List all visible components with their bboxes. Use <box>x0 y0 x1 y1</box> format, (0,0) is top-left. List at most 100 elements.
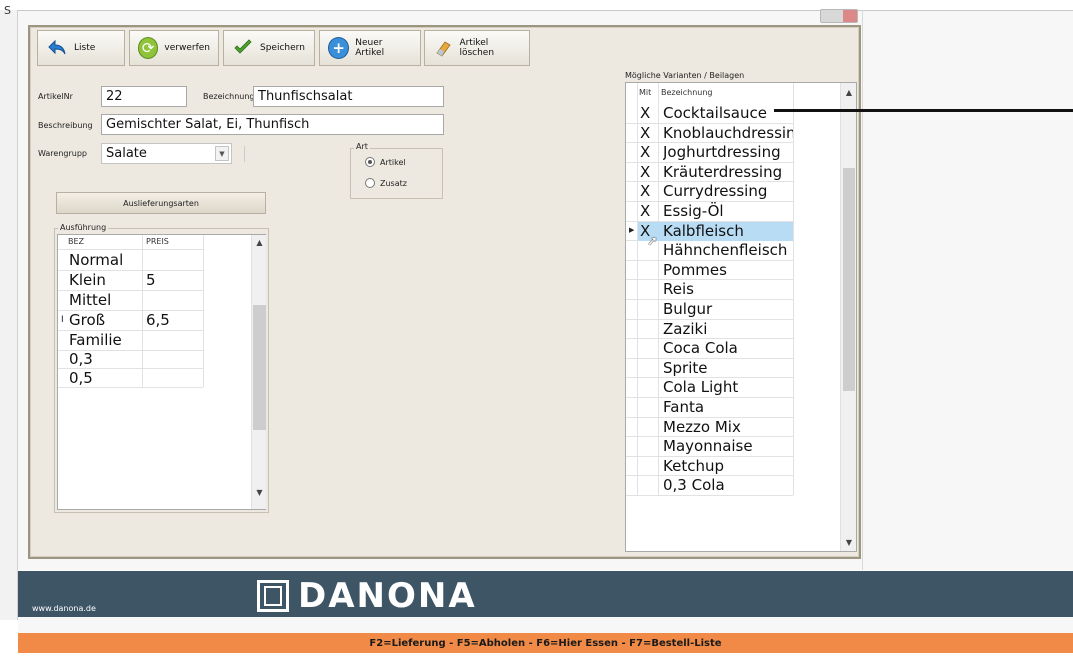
back-arrow-icon <box>46 37 68 59</box>
separator <box>244 146 245 162</box>
beschreibung-field[interactable]: Gemischter Salat, Ei, Thunfisch <box>101 114 444 135</box>
scroll-thumb[interactable] <box>843 168 855 391</box>
list-item[interactable]: Pommes <box>663 261 793 280</box>
table-cell-preis[interactable]: 6,5 <box>146 311 170 330</box>
text-cursor-icon: I <box>61 315 64 325</box>
plus-icon: + <box>328 37 350 59</box>
varianten-title: Mögliche Varianten / Beilagen <box>625 71 745 80</box>
ausfuehrung-title: Ausführung <box>58 223 109 232</box>
list-item[interactable]: Zaziki <box>663 320 793 339</box>
varianten-grid[interactable]: Mit Bezeichnung X Cocktailsauce X Knoblauch… <box>625 82 857 552</box>
list-item[interactable]: Bulgur <box>663 300 793 319</box>
radio-zusatz-label: Zusatz <box>380 178 407 188</box>
list-item[interactable]: Joghurtdressing <box>663 143 793 162</box>
window-title-fragment: S <box>4 4 11 17</box>
table-cell-preis[interactable]: 5 <box>146 271 156 290</box>
checkmark-icon <box>232 37 254 59</box>
verwerfen-label: verwerfen <box>164 43 210 53</box>
liste-button[interactable]: Liste <box>37 30 125 66</box>
logo-text: DANONA <box>298 576 477 616</box>
table-row[interactable]: Familie <box>69 331 122 350</box>
radio-artikel[interactable]: Artikel <box>365 157 406 167</box>
scroll-down-icon[interactable]: ▼ <box>252 485 267 499</box>
artikelnr-field[interactable]: 22 <box>101 86 187 107</box>
scroll-up-icon[interactable]: ▲ <box>841 85 857 99</box>
table-row[interactable]: Mittel <box>69 291 111 310</box>
table-row[interactable]: 0,5 <box>69 369 93 388</box>
table-row[interactable]: Groß <box>69 311 105 330</box>
list-item[interactable]: Cola Light <box>663 378 793 397</box>
list-item[interactable]: Ketchup <box>663 457 793 476</box>
radio-zusatz-dot[interactable] <box>365 178 375 188</box>
status-bar: F2=Lieferung - F5=Abholen - F6=Hier Esse… <box>18 633 1073 653</box>
radio-artikel-label: Artikel <box>380 157 406 167</box>
ausfuehrung-scrollbar[interactable]: ▲ ▼ <box>251 235 266 509</box>
variant-mit-cell[interactable]: X <box>640 143 650 162</box>
table-row[interactable]: Normal <box>69 251 123 270</box>
table-row[interactable]: 0,3 <box>69 350 93 369</box>
list-item[interactable]: Fanta <box>663 398 793 417</box>
list-item[interactable]: Cocktailsauce <box>663 104 793 123</box>
website-link[interactable]: www.danona.de <box>32 604 96 613</box>
radio-artikel-dot[interactable] <box>365 157 375 167</box>
warengruppe-select[interactable]: Salate ▼ <box>101 143 232 164</box>
current-row-icon: ▶ <box>629 225 635 234</box>
list-item[interactable]: Mezzo Mix <box>663 418 793 437</box>
warengruppe-value: Salate <box>106 146 147 161</box>
list-item[interactable]: Kräuterdressing <box>663 163 793 182</box>
variant-mit-cell[interactable]: X <box>640 163 650 182</box>
refresh-icon: ⟳ <box>138 37 159 59</box>
warengruppe-label: Warengrupp <box>38 149 87 158</box>
list-item[interactable]: Currydressing <box>663 182 793 201</box>
artikel-loeschen-label: Artikel löschen <box>459 38 495 58</box>
col-header-bezeichnung: Bezeichnung <box>661 88 713 97</box>
artikelnr-label: ArtikelNr <box>38 92 73 101</box>
spacer-strip <box>18 617 1073 633</box>
speichern-button[interactable]: Speichern <box>223 30 315 66</box>
close-icon[interactable] <box>843 10 857 22</box>
col-header-preis: PREIS <box>146 237 169 246</box>
neuer-artikel-button[interactable]: + Neuer Artikel <box>319 30 421 66</box>
scroll-up-icon[interactable]: ▲ <box>252 235 267 249</box>
auslieferungsarten-button[interactable]: Auslieferungsarten <box>56 192 266 214</box>
bezeichnung-field[interactable]: Thunfischsalat <box>253 86 444 107</box>
beschreibung-label: Beschreibung <box>38 121 93 130</box>
variant-mit-cell[interactable]: X <box>640 124 650 143</box>
logo-icon <box>257 580 289 612</box>
left-edge <box>0 10 18 620</box>
table-row[interactable]: Klein <box>69 271 106 290</box>
window-controls[interactable] <box>820 9 858 23</box>
art-group <box>350 148 443 199</box>
variant-mit-cell[interactable]: X <box>640 202 650 221</box>
list-item[interactable]: Sprite <box>663 359 793 378</box>
liste-label: Liste <box>74 43 96 53</box>
list-item[interactable]: Reis <box>663 280 793 299</box>
variant-mit-cell[interactable]: X <box>640 104 650 123</box>
neuer-artikel-label: Neuer Artikel <box>355 38 385 58</box>
scroll-down-icon[interactable]: ▼ <box>841 535 857 549</box>
footer-band <box>18 571 1073 617</box>
eraser-icon <box>433 37 453 59</box>
mouse-cursor-icon: ➚ <box>647 234 658 249</box>
list-item[interactable]: Hähnchenfleisch <box>663 241 793 260</box>
list-item[interactable]: Coca Cola <box>663 339 793 358</box>
list-item[interactable]: Kalbfleisch <box>663 222 793 241</box>
radio-zusatz[interactable]: Zusatz <box>365 178 407 188</box>
col-header-bez: BEZ <box>68 237 85 246</box>
variant-mit-cell[interactable]: X <box>640 182 650 201</box>
varianten-scrollbar[interactable]: ▲ ▼ <box>840 83 856 551</box>
chevron-down-icon[interactable]: ▼ <box>215 146 229 161</box>
list-item[interactable]: Essig-Öl <box>663 202 793 221</box>
verwerfen-button[interactable]: ⟳ verwerfen <box>129 30 219 66</box>
bezeichnung-label: Bezeichnung <box>203 92 255 101</box>
list-item[interactable]: 0,3 Cola <box>663 476 793 495</box>
list-item[interactable]: Mayonnaise <box>663 437 793 456</box>
speichern-label: Speichern <box>260 43 305 53</box>
pointer-line <box>774 109 1073 112</box>
col-header-mit: Mit <box>639 88 652 97</box>
list-item[interactable]: Knoblauchdressin <box>663 124 793 143</box>
divider <box>862 10 863 570</box>
scroll-thumb[interactable] <box>253 305 266 430</box>
artikel-loeschen-button[interactable]: Artikel löschen <box>424 30 530 66</box>
ausfuehrung-grid[interactable]: BEZ PREIS Normal Klein 5 Mittel I Groß 6… <box>57 234 266 510</box>
